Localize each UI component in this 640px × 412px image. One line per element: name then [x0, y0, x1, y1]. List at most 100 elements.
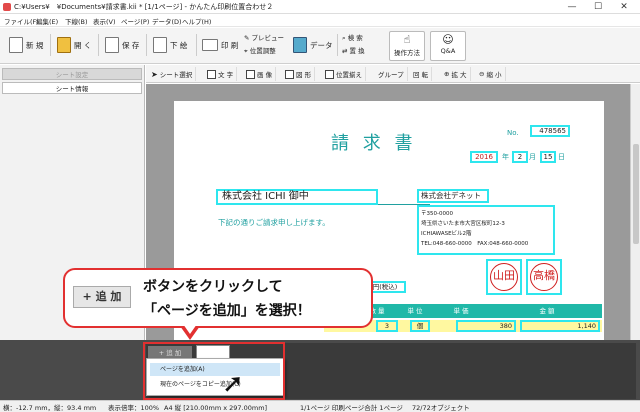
data-button[interactable]: データ [290, 32, 336, 58]
day-unit: 日 [558, 153, 565, 161]
invoice-no[interactable]: 478565 [530, 125, 570, 137]
seal-takahashi[interactable]: 高橋 [526, 259, 562, 295]
seal-yamada[interactable]: 山田 [486, 259, 522, 295]
status-zoom: 表示倍率：100% [108, 404, 160, 412]
callout-tail-inner [183, 324, 197, 334]
save-label: 保 存 [122, 40, 140, 50]
replace-button[interactable]: ⇄ 置 換 [342, 45, 365, 55]
scroll-thumb[interactable] [633, 144, 639, 244]
invoice-no-label: No. [507, 129, 519, 137]
app-icon [3, 3, 11, 11]
new-button[interactable]: 新 規 [6, 32, 46, 58]
menu-file[interactable]: ファイル(F) [4, 16, 39, 26]
callout-line1: ボタンをクリックして [143, 279, 283, 295]
position-adjust-button[interactable]: ⌖ 位置調整 [244, 45, 276, 56]
printer-icon [202, 39, 218, 51]
menu-underline[interactable]: 下線(B) [65, 16, 88, 26]
text-icon [207, 69, 216, 79]
seal-yamada-stamp: 山田 [490, 263, 518, 291]
vertical-scrollbar[interactable] [630, 84, 640, 340]
status-objects: 72/72オブジェクト [412, 404, 470, 412]
menu-page[interactable]: ページ(P) [121, 16, 149, 26]
save-icon [105, 37, 119, 53]
month-unit: 月 [529, 153, 536, 161]
new-file-icon [9, 37, 23, 53]
zoom-out-button[interactable]: ⊖ 縮 小 [476, 67, 506, 81]
company-name[interactable]: 株式会社デネット [417, 189, 489, 203]
new-label: 新 規 [26, 40, 44, 50]
open-button[interactable]: 開 く [54, 32, 94, 58]
date-day[interactable]: 15 [540, 151, 556, 163]
image-icon [246, 69, 255, 79]
company-address[interactable]: 〒350-0000 埼玉県さいたま市大宮区桜町12-3 ICHIAWASEビル2… [417, 205, 555, 255]
align-icon [325, 69, 334, 79]
zoom-in-button[interactable]: ⊕ 拡 大 [441, 67, 471, 81]
qa-label: Q&A [440, 47, 456, 55]
menu-data[interactable]: データ(D) [152, 16, 182, 26]
window-title: C:¥Users¥ ¥Documents¥請求書.kii * [1/1ページ] … [14, 3, 274, 11]
folder-icon [57, 37, 71, 53]
image-button[interactable]: 画 像 [243, 67, 277, 81]
year-unit: 年 [502, 153, 509, 161]
status-coords: 横：-12.7 mm，縦：93.4 mm [3, 404, 97, 412]
open-label: 開 く [74, 40, 92, 50]
howto-label: 操作方法 [394, 49, 420, 57]
seal-takahashi-stamp: 高橋 [530, 263, 558, 291]
cursor-icon: ➤ [151, 69, 158, 79]
align-button[interactable]: 位置揃え [322, 67, 366, 81]
howto-button[interactable]: ☝ 操作方法 [389, 31, 425, 61]
help-icon: ☺ [442, 33, 454, 46]
status-bar: 横：-12.7 mm，縦：93.4 mm 表示倍率：100% A4 縦 [210… [0, 400, 640, 412]
hand-icon: ☝ [403, 33, 411, 46]
database-icon [293, 37, 307, 53]
highlight-box [143, 342, 285, 400]
import-button[interactable]: 下 絵 [150, 32, 190, 58]
close-button[interactable]: ✕ [612, 0, 636, 14]
zoom-out-icon: ⊖ [479, 70, 485, 78]
search-button[interactable]: ⌕ 検 索 [342, 32, 363, 43]
zoom-in-icon: ⊕ [444, 70, 450, 78]
menu-help[interactable]: ヘルプ(H) [182, 16, 211, 26]
print-button[interactable]: 印 刷 [199, 32, 241, 58]
customer-name[interactable]: 株式会社 ICHI 御中 [216, 189, 378, 205]
date-year[interactable]: 2016 [470, 151, 498, 163]
callout-add-button: + 追 加 [73, 286, 131, 308]
title-bar: C:¥Users¥ ¥Documents¥請求書.kii * [1/1ページ] … [0, 0, 640, 14]
instruction-callout: + 追 加 ボタンをクリックして 「ページを追加」を選択！ [63, 268, 373, 328]
qa-button[interactable]: ☺ Q&A [430, 31, 466, 61]
tab-sheet-settings[interactable]: シート設定 [2, 68, 142, 80]
select-sheet-button[interactable]: ➤ シート選択 [148, 67, 197, 81]
document-title: 請 求 書 [331, 133, 417, 154]
row-qty[interactable]: 3 [376, 320, 398, 332]
menu-bar: ファイル(F) 編集(E) 下線(B) 表示(V) ページ(P) データ(D) … [0, 14, 640, 27]
row-amount[interactable]: 1,140 [520, 320, 600, 332]
status-page: 1/1ページ 印刷ページ合計 1ページ [300, 404, 403, 412]
object-toolbar: ➤ シート選択 文 字 画 像 図 形 位置揃え グループ 回 転 ⊕ 拡 大 ⊖ 縮… [146, 65, 640, 83]
rotate-button[interactable]: 回 転 [410, 67, 433, 81]
data-label: データ [310, 40, 333, 50]
menu-edit[interactable]: 編集(E) [36, 16, 58, 26]
minimize-button[interactable]: — [560, 0, 584, 14]
text-button[interactable]: 文 字 [204, 67, 238, 81]
intro-text: 下記の通りご請求申し上げます。 [218, 218, 330, 227]
download-icon [153, 37, 167, 53]
row-price[interactable]: 380 [456, 320, 516, 332]
header-unit: 単 位 [407, 307, 423, 315]
row-unit[interactable]: 個 [410, 320, 430, 332]
callout-line2: 「ページを追加」を選択！ [143, 303, 311, 319]
item-table-header: 数 量 単 位 単 価 金 額 [354, 304, 602, 318]
import-label: 下 絵 [170, 40, 188, 50]
shape-icon [285, 69, 294, 79]
group-button[interactable]: グループ [375, 67, 408, 81]
date-month[interactable]: 2 [512, 151, 528, 163]
header-amount: 金 額 [539, 307, 555, 315]
menu-view[interactable]: 表示(V) [93, 16, 116, 26]
header-price: 単 価 [453, 307, 469, 315]
shape-button[interactable]: 図 形 [282, 67, 316, 81]
tab-sheet-info[interactable]: シート情報 [2, 82, 142, 94]
maximize-button[interactable]: ☐ [586, 0, 610, 14]
preview-button[interactable]: ✎ プレビュー [244, 32, 284, 42]
main-toolbar: 新 規 開 く 保 存 下 絵 印 刷 ✎ プレビュー ⌖ 位置調整 データ ⌕… [0, 28, 640, 64]
save-button[interactable]: 保 存 [102, 32, 142, 58]
print-label: 印 刷 [221, 40, 239, 50]
